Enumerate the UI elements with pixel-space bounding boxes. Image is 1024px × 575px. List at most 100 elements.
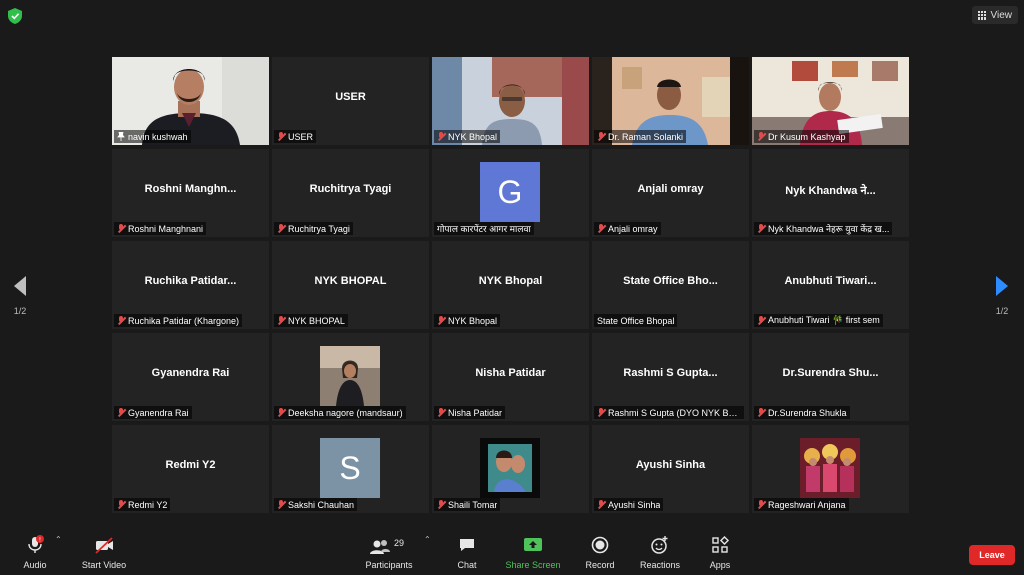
participant-tile[interactable]: Rageshwari Anjana (752, 425, 909, 513)
participant-tile[interactable]: Deeksha nagore (mandsaur) (272, 333, 429, 421)
participant-name-label: State Office Bhopal (594, 314, 678, 327)
participant-tile[interactable]: USER USER (272, 57, 429, 145)
participant-tile[interactable]: Nyk Khandwa ने... Nyk Khandwa नेहरू युवा … (752, 149, 909, 237)
participant-name-label: Dr. Raman Solanki (594, 130, 687, 143)
participant-tile[interactable]: Ruchitrya Tyagi Ruchitrya Tyagi (272, 149, 429, 237)
audio-options-chevron-icon[interactable]: ⌃ (55, 535, 62, 544)
muted-mic-icon (437, 408, 445, 417)
participant-tile[interactable]: G गोपाल कारपेंटर आगर मालवा (432, 149, 589, 237)
profile-photo (480, 438, 540, 498)
participant-tile[interactable]: Shaili Tomar (432, 425, 589, 513)
participant-tile[interactable]: Dr.Surendra Shu... Dr.Surendra Shukla (752, 333, 909, 421)
muted-mic-icon (757, 224, 765, 233)
participants-options-chevron-icon[interactable]: ⌃ (424, 535, 431, 544)
participant-name: Redmi Y2 (128, 499, 168, 510)
apps-label: Apps (709, 560, 731, 570)
participant-tile[interactable]: Dr. Raman Solanki (592, 57, 749, 145)
avatar-initial: S (320, 438, 380, 498)
participant-name-label: Nyk Khandwa नेहरू युवा केंद्र ख... (754, 222, 893, 235)
participant-tile[interactable]: Rashmi S Gupta... Rashmi S Gupta (DYO NYK… (592, 333, 749, 421)
participant-name: Nisha Patidar (448, 407, 503, 418)
participant-name: Dr. Raman Solanki (608, 131, 684, 142)
muted-mic-icon (277, 224, 285, 233)
participant-tile[interactable]: Redmi Y2 Redmi Y2 (112, 425, 269, 513)
previous-page-button[interactable]: 1/2 (7, 276, 33, 316)
participant-name: Dr Kusum Kashyap (768, 131, 846, 142)
security-shield-icon[interactable] (8, 8, 22, 24)
participant-tile[interactable]: Anjali omray Anjali omray (592, 149, 749, 237)
participant-tile[interactable]: Anubhuti Tiwari... Anubhuti Tiwari 🎋 firs… (752, 241, 909, 329)
participant-name: Shaili Tomar (448, 499, 498, 510)
participant-display-name: Nyk Khandwa ने... (785, 185, 876, 197)
participant-name-label: NYK BHOPAL (274, 314, 348, 327)
pin-icon (117, 132, 125, 141)
chat-icon (460, 539, 474, 551)
next-page-button[interactable]: 1/2 (989, 276, 1015, 316)
participant-display-name: Ruchika Patidar... (144, 275, 237, 287)
participant-tile[interactable]: navin kushwah (112, 57, 269, 145)
participant-tile[interactable]: S Sakshi Chauhan (272, 425, 429, 513)
muted-mic-icon (597, 132, 605, 141)
participant-tile[interactable]: NYK Bhopal (432, 57, 589, 145)
participant-name: NYK Bhopal (448, 131, 498, 142)
participant-display-name: Anubhuti Tiwari... (784, 275, 877, 287)
participant-name: Ruchitrya Tyagi (288, 223, 350, 234)
participants-label: Participants (365, 560, 413, 570)
muted-mic-icon (597, 408, 605, 417)
reactions-button[interactable]: Reactions (638, 535, 682, 570)
grid-view-icon (977, 10, 987, 20)
participant-display-name: Nisha Patidar (475, 367, 546, 379)
page-indicator-left: 1/2 (13, 306, 27, 316)
view-button[interactable]: View (971, 6, 1018, 24)
muted-mic-icon (117, 316, 125, 325)
record-button[interactable]: Record (583, 535, 617, 570)
participant-tile[interactable]: Gyanendra Rai Gyanendra Rai (112, 333, 269, 421)
participants-button[interactable]: 29 Participants (362, 537, 416, 570)
participant-name: State Office Bhopal (597, 315, 675, 326)
chat-button[interactable]: Chat (452, 535, 482, 570)
leave-button[interactable]: Leave (969, 545, 1015, 565)
participant-tile[interactable]: State Office Bho... State Office Bhopal (592, 241, 749, 329)
participant-name: Rashmi S Gupta (DYO NYK Ba... (608, 407, 741, 418)
participant-tile[interactable]: Ruchika Patidar... Ruchika Patidar (Kharg… (112, 241, 269, 329)
share-screen-button[interactable]: Share Screen (505, 535, 561, 570)
participant-name-label: USER (274, 130, 317, 143)
participant-name: Anjali omray (608, 223, 658, 234)
participant-name: गोपाल कारपेंटर आगर मालवा (437, 224, 531, 234)
smiley-plus-icon (651, 536, 668, 554)
start-video-button[interactable]: Start Video (78, 535, 130, 570)
participant-name-label: navin kushwah (114, 130, 191, 143)
muted-mic-icon (117, 408, 125, 417)
participant-name: NYK BHOPAL (288, 315, 345, 326)
participant-tile[interactable]: NYK BHOPAL NYK BHOPAL (272, 241, 429, 329)
apps-button[interactable]: Apps (706, 535, 734, 570)
participants-count: 29 (394, 538, 405, 548)
participant-name: Dr.Surendra Shukla (768, 407, 847, 418)
muted-mic-icon (437, 316, 445, 325)
participant-name: Anubhuti Tiwari 🎋 first sem (768, 315, 880, 325)
audio-button[interactable]: ! Audio (18, 535, 52, 570)
participant-display-name: Dr.Surendra Shu... (782, 367, 879, 379)
participant-tile[interactable]: NYK Bhopal NYK Bhopal (432, 241, 589, 329)
muted-mic-icon (437, 132, 445, 141)
apps-icon (712, 535, 730, 553)
record-icon (591, 536, 609, 554)
muted-mic-icon (757, 316, 765, 325)
participant-name: Ayushi Sinha (608, 499, 661, 510)
participant-name: Ruchika Patidar (Khargone) (128, 315, 240, 326)
participant-display-name: Rashmi S Gupta... (623, 367, 718, 379)
participant-name-label: Ruchika Patidar (Khargone) (114, 314, 243, 327)
muted-mic-icon (597, 224, 605, 233)
participant-name-label: Rageshwari Anjana (754, 498, 849, 511)
participants-icon (370, 540, 390, 554)
muted-mic-icon (277, 500, 285, 509)
participant-tile[interactable]: Dr Kusum Kashyap (752, 57, 909, 145)
participant-tile[interactable]: Nisha Patidar Nisha Patidar (432, 333, 589, 421)
muted-mic-icon (277, 408, 285, 417)
participant-tile[interactable]: Roshni Manghn... Roshni Manghnani (112, 149, 269, 237)
participant-name-label: NYK Bhopal (434, 314, 501, 327)
video-off-icon (95, 537, 113, 554)
participant-tile[interactable]: Ayushi Sinha Ayushi Sinha (592, 425, 749, 513)
participant-name-label: Redmi Y2 (114, 498, 171, 511)
participant-display-name: Anjali omray (637, 183, 704, 195)
